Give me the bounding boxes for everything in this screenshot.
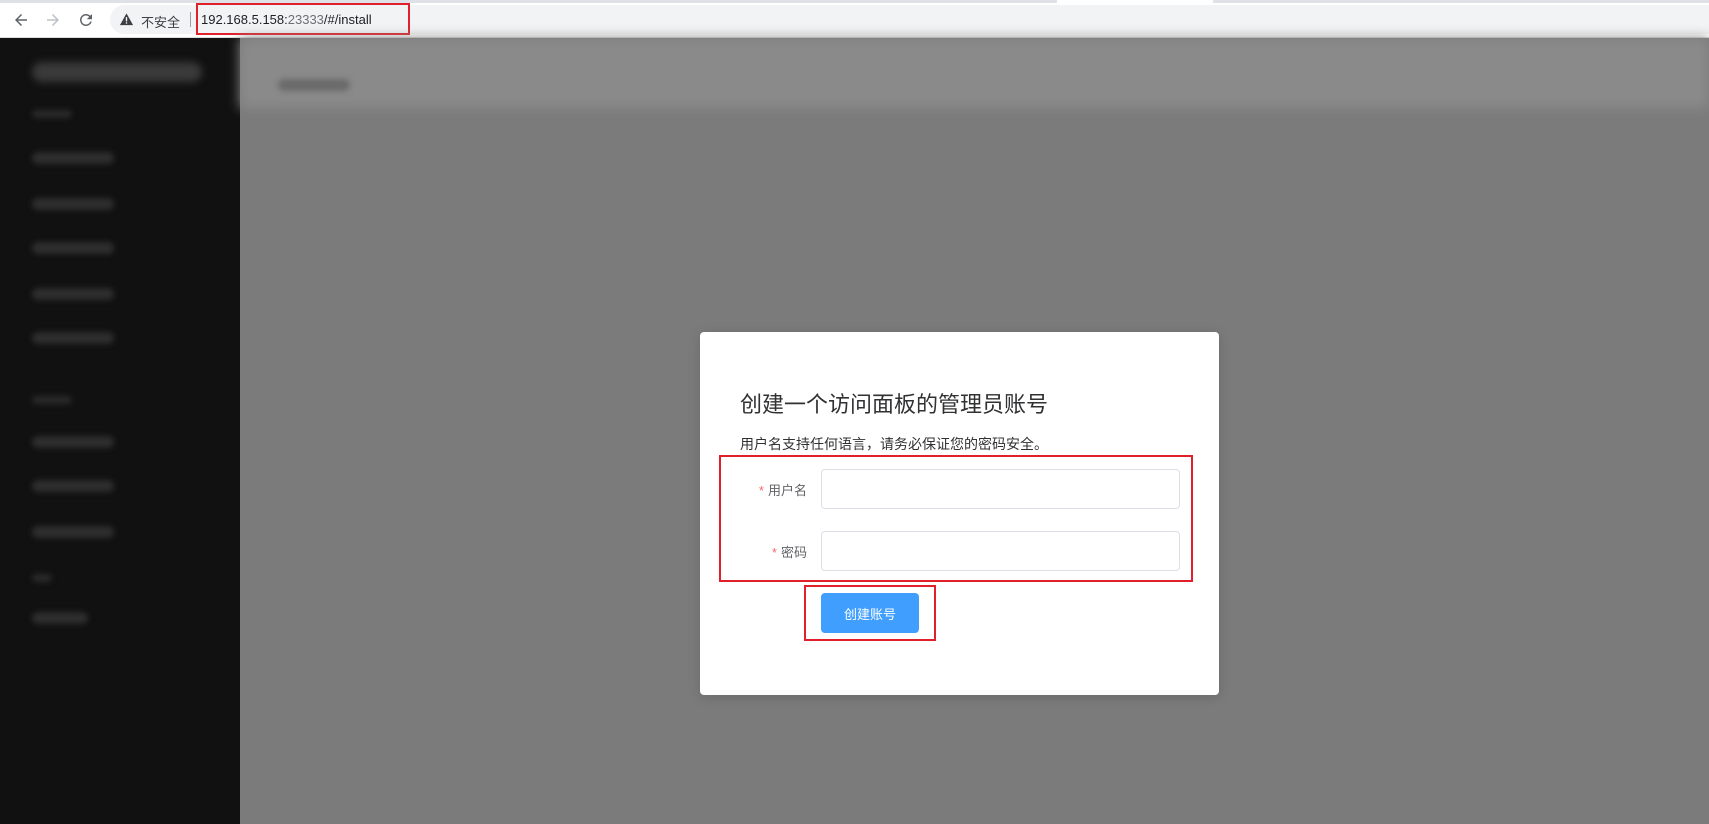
sidebar-blurred <box>0 38 240 824</box>
sidebar-group-label <box>32 110 72 118</box>
url-text[interactable]: 192.168.5.158:23333/#/install <box>201 12 372 27</box>
url-port: 23333 <box>287 12 324 27</box>
dialog-title: 创建一个访问面板的管理员账号 <box>740 392 1049 417</box>
sidebar-item <box>32 436 114 448</box>
sidebar-group-label <box>32 574 52 582</box>
sidebar-item <box>32 480 114 492</box>
sidebar-item <box>32 198 114 210</box>
arrow-left-icon <box>15 14 27 26</box>
sidebar-item <box>32 242 114 254</box>
arrow-right-icon <box>47 14 59 26</box>
divider <box>190 12 191 27</box>
reload-button[interactable] <box>74 8 98 32</box>
sidebar-item <box>32 332 114 344</box>
dialog-description: 用户名支持任何语言，请务必保证您的密码安全。 <box>740 436 1048 452</box>
install-dialog: 创建一个访问面板的管理员账号 用户名支持任何语言，请务必保证您的密码安全。 * 用… <box>700 332 1219 695</box>
sidebar-item <box>32 612 88 624</box>
sidebar-item <box>32 526 114 538</box>
logo-placeholder <box>32 62 202 82</box>
form-highlight-box <box>719 455 1193 582</box>
sidebar-item <box>32 152 114 164</box>
create-account-button[interactable]: 创建账号 <box>821 593 919 633</box>
main-header-blurred <box>240 38 1709 108</box>
forward-button[interactable] <box>41 8 65 32</box>
active-tab-indicator <box>1057 0 1213 3</box>
browser-toolbar: 不安全 192.168.5.158:23333/#/install <box>0 0 1709 38</box>
reload-icon <box>79 13 92 26</box>
main-title-blurred <box>278 79 350 91</box>
url-path: /#/install <box>323 12 372 27</box>
security-label[interactable]: 不安全 <box>141 12 180 31</box>
warning-icon <box>119 13 134 26</box>
back-button[interactable] <box>9 8 33 32</box>
sidebar-group-label <box>32 396 72 404</box>
sidebar-item <box>32 288 114 300</box>
url-host: 192.168.5.158: <box>201 12 288 27</box>
